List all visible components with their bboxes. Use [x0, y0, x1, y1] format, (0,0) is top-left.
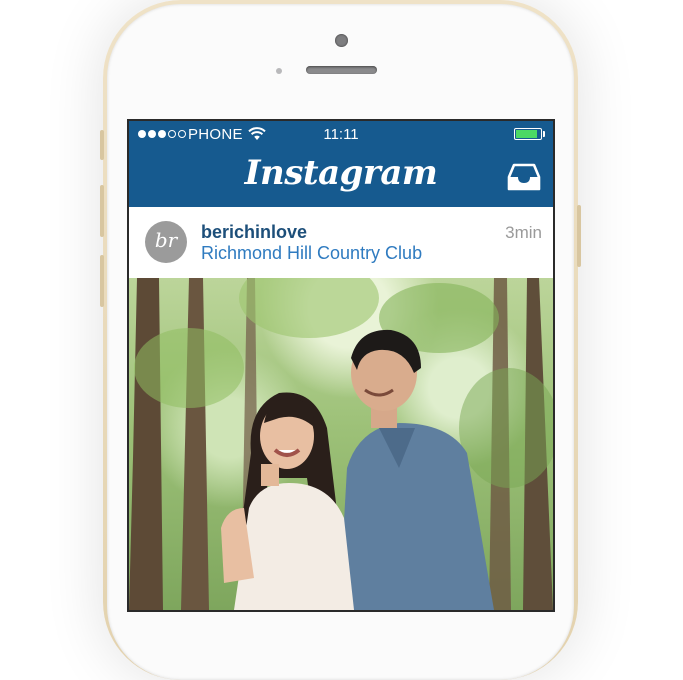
status-bar: PHONE 11:11: [129, 121, 553, 149]
volume-down-button: [100, 255, 104, 307]
couple-in-forest-photo: [129, 278, 553, 610]
tree-trunk: [181, 278, 209, 610]
proximity-sensor: [276, 68, 282, 74]
post-timestamp: 3min: [505, 223, 542, 242]
phone-screen: PHONE 11:11 Instagram br berichinlove Ri…: [129, 121, 553, 610]
battery-tip: [543, 131, 545, 137]
mute-switch: [100, 130, 104, 160]
woman-figure: [221, 392, 354, 610]
power-button: [577, 205, 581, 267]
foliage: [459, 368, 553, 488]
volume-up-button: [100, 185, 104, 237]
foliage: [134, 328, 244, 408]
status-time: 11:11: [323, 126, 359, 143]
battery-level-fill: [516, 130, 537, 138]
post-location[interactable]: Richmond Hill Country Club: [201, 243, 422, 264]
post-username[interactable]: berichinlove: [201, 222, 307, 243]
foliage: [239, 278, 379, 338]
nav-bar: Instagram: [129, 149, 553, 208]
front-camera: [335, 34, 348, 47]
battery-icon: [514, 128, 542, 140]
earpiece-speaker: [306, 66, 377, 74]
post-photo[interactable]: [129, 278, 553, 610]
man-figure: [339, 329, 494, 610]
inbox-tray-icon[interactable]: [507, 162, 541, 192]
tree-trunk: [129, 278, 163, 610]
post-header: br berichinlove Richmond Hill Country Cl…: [129, 207, 553, 278]
app-logo-title: Instagram: [244, 153, 438, 193]
avatar-monogram: br: [154, 228, 178, 252]
avatar[interactable]: br: [145, 221, 187, 263]
